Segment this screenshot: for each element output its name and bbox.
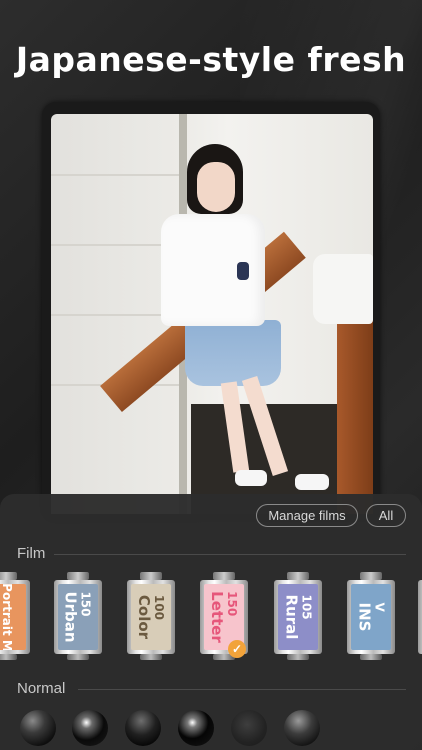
- film-item-urban[interactable]: 150 Urban: [54, 572, 102, 660]
- selected-check-icon: ✓: [228, 640, 246, 658]
- preview-photo: [51, 114, 373, 514]
- normal-filter-2[interactable]: [72, 710, 108, 746]
- film-number: 100: [152, 594, 167, 620]
- film-name: Color: [135, 594, 154, 640]
- film-item-rural[interactable]: 105 Rural: [274, 572, 322, 660]
- normal-filter-1[interactable]: [20, 710, 56, 746]
- normal-filter-3[interactable]: [125, 710, 161, 746]
- film-item-partial[interactable]: [418, 572, 422, 660]
- film-name: Letter: [208, 591, 226, 643]
- normal-divider: [78, 689, 406, 690]
- page-title: Japanese-style fresh: [15, 40, 407, 79]
- film-name: Rural: [282, 594, 301, 640]
- film-divider: [54, 554, 406, 555]
- film-item-ins[interactable]: V INS: [347, 572, 395, 660]
- film-section-label: Film: [17, 545, 46, 562]
- film-number: 150: [79, 591, 93, 617]
- manage-films-button[interactable]: Manage films: [256, 504, 358, 527]
- film-item-color[interactable]: 100 Color: [127, 572, 175, 660]
- all-filters-button[interactable]: All: [366, 504, 406, 527]
- normal-filter-5[interactable]: [231, 710, 267, 746]
- film-item-portrait[interactable]: Portrait M: [0, 572, 30, 660]
- film-name: Portrait M: [0, 584, 14, 650]
- film-number: 150: [225, 591, 239, 617]
- normal-section-label: Normal: [17, 680, 66, 697]
- film-name: INS: [354, 602, 373, 632]
- normal-filter-4[interactable]: [178, 710, 214, 746]
- film-name: Urban: [62, 591, 80, 643]
- normal-filter-6[interactable]: [284, 710, 320, 746]
